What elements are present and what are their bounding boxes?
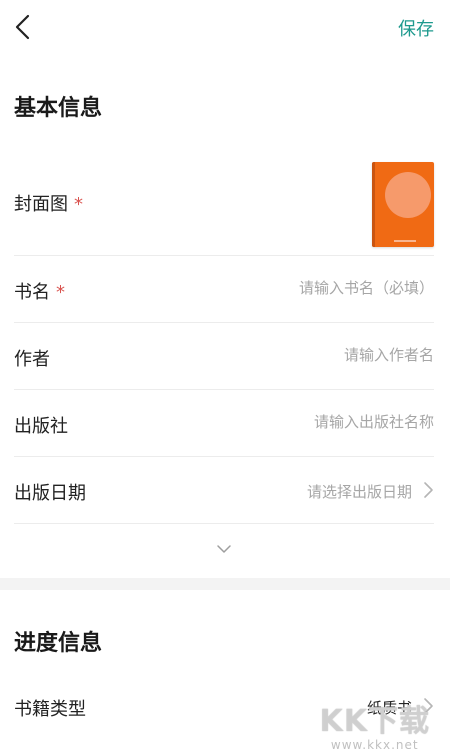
top-bar: 保存	[0, 0, 450, 56]
cover-row: 封面图 *	[14, 152, 434, 256]
book-name-label: 书名 *	[14, 278, 65, 304]
publish-date-row[interactable]: 出版日期 请选择出版日期	[14, 457, 434, 524]
book-name-row: 书名 *	[14, 256, 434, 323]
required-mark: *	[56, 282, 65, 303]
cover-spine	[372, 162, 375, 247]
publish-date-label: 出版日期	[14, 483, 86, 504]
watermark-logo: KK下载	[319, 704, 430, 739]
author-label: 作者	[14, 349, 50, 370]
watermark: KK下载 www.kkx.net	[319, 704, 431, 753]
back-arrow-icon	[15, 14, 30, 40]
cover-line	[394, 240, 416, 242]
section-divider	[0, 578, 450, 590]
publisher-label: 出版社	[14, 416, 68, 437]
section-title-basic-info: 基本信息	[14, 96, 103, 121]
publisher-input[interactable]	[184, 413, 434, 431]
back-button[interactable]	[10, 12, 38, 42]
required-mark: *	[74, 194, 83, 215]
cover-label-text: 封面图	[14, 194, 68, 215]
publish-date-placeholder: 请选择出版日期	[306, 483, 412, 501]
author-row: 作者	[14, 323, 434, 390]
book-name-label-text: 书名	[14, 282, 50, 303]
book-name-input[interactable]	[184, 279, 434, 297]
book-type-label: 书籍类型	[14, 699, 86, 720]
save-button[interactable]: 保存	[398, 15, 434, 41]
cover-image[interactable]	[372, 162, 434, 247]
cover-label: 封面图 *	[14, 190, 83, 216]
publisher-row: 出版社	[14, 390, 434, 457]
expand-more-icon[interactable]	[215, 543, 233, 555]
watermark-url: www.kkx.net	[330, 738, 419, 752]
author-input[interactable]	[184, 346, 434, 364]
section-title-progress-info: 进度信息	[14, 631, 103, 656]
chevron-right-icon	[424, 482, 433, 498]
cover-circle	[385, 172, 431, 218]
